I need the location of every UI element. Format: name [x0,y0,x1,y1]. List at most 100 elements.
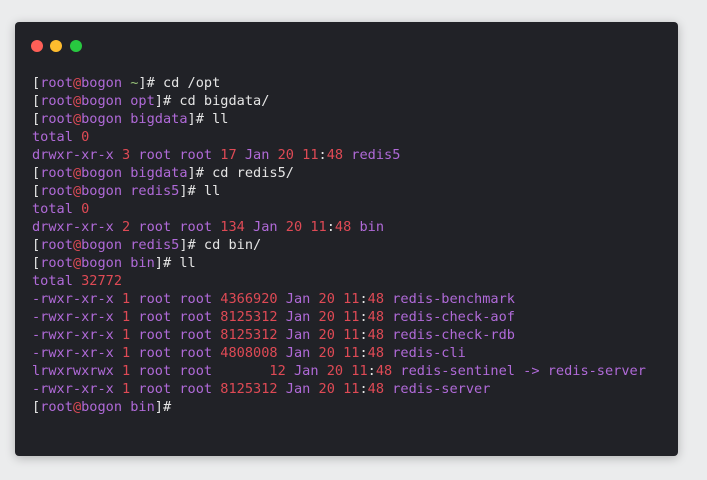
entry-hour: 11 [343,291,360,307]
prompt-cwd: opt [130,93,155,109]
entry-day: 20 [318,291,335,307]
command-text: ll [203,183,221,199]
entry-permissions: lrwxrwxrwx [32,363,114,379]
prompt-cwd: redis5 [130,237,180,253]
total-value: 32772 [81,273,123,289]
entry-group: root [179,381,213,397]
entry-minute: 48 [367,381,385,397]
entry-name: redis-server [392,381,491,397]
entry-day: 20 [285,219,303,235]
prompt-host: bogon [81,237,123,253]
minimize-button[interactable] [50,40,62,52]
prompt-cwd: bin [130,255,155,271]
prompt-cwd: bin [130,399,155,415]
listing-entry: -rwxr-xr-x 1 root root 4808008 Jan 20 11… [32,345,466,361]
prompt-user: root [40,111,73,127]
entry-group: root [179,219,213,235]
prompt-line: [root@bogon bigdata]# ll [32,111,229,127]
entry-month: Jan [293,363,319,379]
entry-permissions: drwxr-xr-x [32,219,114,235]
entry-name: redis-check-aof [392,309,515,325]
zoom-button[interactable] [70,40,82,52]
entry-minute: 48 [367,345,385,361]
entry-owner: root [138,381,172,397]
prompt-user: root [40,93,73,109]
entry-day: 20 [318,345,335,361]
entry-day: 20 [326,363,344,379]
entry-group: root [179,309,213,325]
entry-hour: 11 [343,345,360,361]
entry-name: redis-cli [392,345,466,361]
entry-links: 1 [122,345,131,361]
prompt-cwd: bigdata [130,165,188,181]
prompt-host: bogon [81,93,123,109]
total-line: total 32772 [32,272,668,290]
prompt-line: [root@bogon redis5]# ll [32,183,221,199]
listing-entry: -rwxr-xr-x 1 root root 8125312 Jan 20 11… [32,327,515,343]
prompt-cwd: bigdata [130,111,188,127]
prompt-line: [root@bogon ~]# cd /opt [32,75,221,91]
entry-name: redis-benchmark [392,291,515,307]
entry-owner: root [138,363,172,379]
entry-day: 20 [277,147,294,163]
prompt-user: root [40,237,73,253]
entry-hour: 11 [351,363,368,379]
total-line: total 0 [32,200,668,218]
entry-name: redis-sentinel -> redis-server [400,363,646,379]
entry-group: root [179,363,213,379]
command-text: ll [179,255,196,271]
prompt-user: root [40,165,73,181]
entry-permissions: drwxr-xr-x [32,147,114,163]
entry-owner: root [138,309,172,325]
entry-size: 8125312 [220,381,278,397]
entry-month: Jan [285,291,311,307]
listing-entry: -rwxr-xr-x 1 root root 4366920 Jan 20 11… [32,291,515,307]
command-text: cd bin/ [203,237,262,253]
entry-links: 1 [122,363,131,379]
prompt-host: bogon [81,399,123,415]
total-label: total [32,129,73,145]
prompt-user: root [40,399,73,415]
close-button[interactable] [31,40,43,52]
entry-month: Jan [285,345,311,361]
entry-links: 1 [122,327,131,343]
entry-group: root [179,291,213,307]
prompt-cwd: redis5 [130,183,180,199]
entry-hour: 11 [310,219,327,235]
entry-hour: 11 [343,381,360,397]
listing-entry: -rwxr-xr-x 1 root root 8125312 Jan 20 11… [32,381,491,397]
entry-name: redis-check-rdb [392,327,515,343]
entry-name: redis5 [351,147,401,163]
entry-size: 8125312 [220,309,278,325]
entry-minute: 48 [375,363,393,379]
command-text: cd /opt [162,75,221,91]
command-text: ll [212,111,229,127]
listing-entry: drwxr-xr-x 2 root root 134 Jan 20 11:48 … [32,219,385,235]
entry-owner: root [138,147,172,163]
entry-owner: root [138,327,172,343]
title-bar [15,22,678,62]
entry-size: 4808008 [220,345,278,361]
entry-group: root [179,147,213,163]
prompt-line: [root@bogon redis5]# cd bin/ [32,237,262,253]
entry-hour: 11 [343,309,360,325]
entry-permissions: -rwxr-xr-x [32,327,114,343]
entry-hour: 11 [343,327,360,343]
entry-owner: root [138,345,172,361]
entry-minute: 48 [367,309,385,325]
terminal-output[interactable]: [root@bogon ~]# cd /opt [root@bogon opt]#… [32,74,668,416]
prompt-user: root [40,75,73,91]
entry-hour: 11 [302,147,319,163]
entry-permissions: -rwxr-xr-x [32,291,114,307]
prompt-line: [root@bogon bin]# [32,399,180,415]
listing-entry: -rwxr-xr-x 1 root root 8125312 Jan 20 11… [32,309,515,325]
entry-group: root [179,345,213,361]
entry-day: 20 [318,327,335,343]
prompt-user: root [40,183,73,199]
entry-links: 2 [122,219,131,235]
entry-links: 1 [122,309,131,325]
entry-owner: root [138,291,172,307]
entry-month: Jan [285,327,311,343]
entry-size: 8125312 [220,327,278,343]
entry-month: Jan [244,147,270,163]
